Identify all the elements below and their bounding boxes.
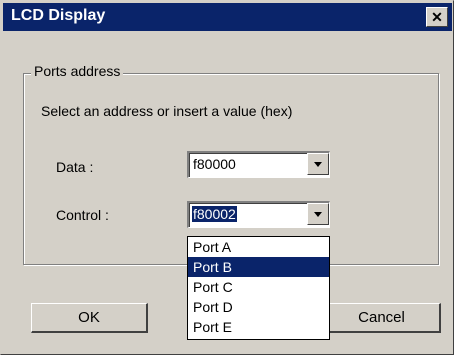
control-label: Control : [56, 207, 109, 223]
group-legend: Ports address [31, 63, 124, 79]
lcd-display-dialog: LCD Display ✕ Ports address Select an ad… [0, 0, 454, 355]
control-combobox[interactable]: f80002 [187, 201, 330, 228]
list-item[interactable]: Port E [188, 317, 329, 337]
list-item[interactable]: Port D [188, 297, 329, 317]
chevron-down-icon[interactable] [307, 203, 329, 225]
data-label: Data : [56, 159, 94, 175]
window-title: LCD Display [11, 7, 106, 24]
title-bar[interactable]: LCD Display ✕ [3, 3, 452, 31]
control-value[interactable]: f80002 [192, 206, 237, 222]
chevron-down-icon[interactable] [307, 153, 329, 175]
cancel-button[interactable]: Cancel [323, 303, 441, 333]
close-button[interactable]: ✕ [426, 7, 448, 27]
close-icon: ✕ [431, 9, 443, 25]
list-item[interactable]: Port C [188, 277, 329, 297]
list-item[interactable]: Port A [188, 237, 329, 257]
data-value[interactable]: f80000 [192, 156, 237, 172]
ok-button[interactable]: OK [31, 303, 148, 333]
list-item[interactable]: Port B [188, 257, 329, 277]
data-combobox[interactable]: f80000 [187, 151, 330, 178]
instruction-text: Select an address or insert a value (hex… [41, 103, 293, 119]
port-dropdown-list[interactable]: Port A Port B Port C Port D Port E [187, 236, 330, 340]
